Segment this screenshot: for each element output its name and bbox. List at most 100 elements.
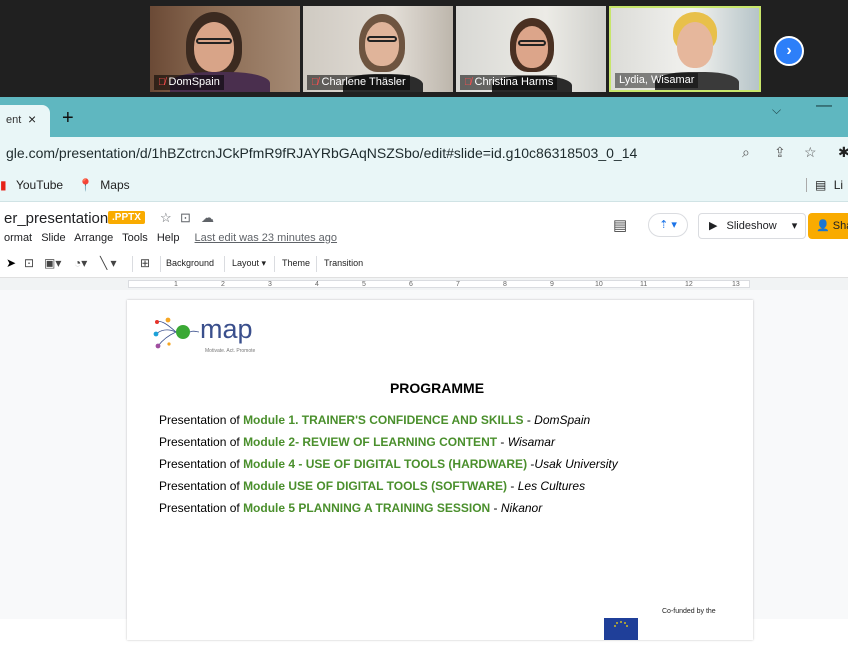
background-button[interactable]: Background [166,258,214,268]
participant-glasses [367,36,397,42]
share-button[interactable]: 👤 Sha [808,213,848,239]
layout-button[interactable]: Layout ▾ [232,258,266,269]
line-separator: - [523,413,535,427]
maps-icon: 📍 [78,178,93,192]
slide-title: PROGRAMME [389,380,485,396]
extensions-icon[interactable]: ✱ [838,144,848,161]
ruler-number: 10 [595,281,603,288]
participant-tile-lydia[interactable]: Lydia, Wisamar [609,6,761,92]
participant-face [516,26,548,68]
participant-name-label: 🎙̸ Charlene Thäsler [307,75,410,90]
menu-slide[interactable]: Slide [41,232,65,244]
ruler-number: 11 [640,281,648,288]
last-edit-link[interactable]: Last edit was 23 minutes ago [195,232,337,244]
toolbar-divider [224,256,225,272]
browser-tab-active[interactable]: ent × [0,105,50,137]
logo-tagline: Motivate. Act. Promote [205,348,256,354]
bookmark-label: Li [833,178,844,192]
participant-name-label: 🎙̸ DomSpain [154,75,224,90]
menu-help[interactable]: Help [157,232,180,244]
bookmark-youtube[interactable]: ▮ YouTube [0,178,63,192]
transition-button[interactable]: Transition [324,258,363,268]
menu-tools[interactable]: Tools [122,232,148,244]
youtube-icon: ▮ [0,178,7,192]
present-arrow-icon: ⇡ ▾ [659,219,677,231]
horizontal-ruler: 1 2 3 4 5 6 7 8 9 10 11 12 13 [0,278,848,290]
menu-arrange[interactable]: Arrange [74,232,113,244]
line-prefix: Presentation of [159,479,244,493]
programme-line: Presentation of Module 4 - USE OF DIGITA… [159,457,618,471]
participant-tile-domspain[interactable]: 🎙̸ DomSpain [150,6,300,92]
star-icon[interactable]: ☆ [160,210,172,226]
file-format-badge: .PPTX [108,211,145,224]
ruler-track[interactable]: 1 2 3 4 5 6 7 8 9 10 11 12 13 [128,280,750,288]
new-tab-button[interactable]: + [62,107,74,130]
participant-name: Christina Harms [474,76,554,88]
ruler-number: 1 [174,281,178,288]
ruler-number: 13 [732,281,740,288]
move-folder-icon[interactable]: ⊡ [180,210,191,226]
module-name: Module 1. TRAINER'S CONFIDENCE AND SKILL… [243,413,524,427]
toolbar-divider [160,256,161,272]
chevron-down-icon[interactable]: ▾ [792,220,798,232]
participant-name-label: 🎙̸ Christina Harms [460,75,558,90]
insert-image-icon[interactable]: ▣▾ [44,256,61,270]
logo-wordmark: map [200,314,253,344]
slide[interactable]: map Motivate. Act. Promote PROGRAMME Pre… [127,300,753,640]
participant-tile-christina[interactable]: 🎙̸ Christina Harms [456,6,606,92]
line-prefix: Presentation of [159,435,244,449]
ruler-number: 7 [456,281,460,288]
select-cursor-icon[interactable]: ➤ [6,256,16,270]
document-title[interactable]: er_presentation [4,210,108,227]
bookmarks-bar: ▮ YouTube 📍 Maps ▤ Li [0,170,848,202]
present-options-button[interactable]: ⇡ ▾ [648,213,688,237]
participant-glasses [518,40,546,46]
comments-icon[interactable]: ▤ [613,216,627,234]
tab-search-chevron-icon[interactable]: ⌵ [772,103,781,118]
programme-line: Presentation of Module 5 PLANNING A TRAI… [159,501,542,515]
theme-button[interactable]: Theme [282,258,310,268]
bookmark-star-icon[interactable]: ☆ [804,144,817,161]
module-name: Module 4 - USE OF DIGITAL TOOLS (HARDWAR… [243,457,528,471]
reading-list-bookmark[interactable]: ▤ Li [806,178,843,192]
line-prefix: Presentation of [159,413,244,427]
participant-face [677,22,713,68]
browser-tab-bar: ent × + ⌵ — [0,97,848,137]
participant-face [365,22,399,66]
minimize-window-button[interactable]: — [816,97,832,115]
programme-line: Presentation of Module USE OF DIGITAL TO… [159,479,585,493]
module-name: Module 2- REVIEW OF LEARNING CONTENT [243,435,498,449]
next-participants-button[interactable]: › [774,36,804,66]
text-box-icon[interactable]: ⊡ [24,256,34,270]
eu-flag-icon [604,618,638,640]
participant-tile-charlene[interactable]: 🎙̸ Charlene Thäsler [303,6,453,92]
slides-header: er_presentation .PPTX ☆ ⊡ ☁ ormat Slide … [0,202,848,250]
ruler-number: 9 [550,281,554,288]
line-separator: - [497,435,508,449]
line-separator: - [507,479,518,493]
bookmark-maps[interactable]: 📍 Maps [78,178,130,192]
zoom-icon[interactable]: ⌕ [742,144,750,161]
slideshow-button[interactable]: ▶ Slideshow ▾ [698,213,806,239]
share-page-icon[interactable]: ⇪ [774,144,786,161]
module-name: Module 5 PLANNING A TRAINING SESSION [243,501,491,515]
menu-format[interactable]: ormat [4,232,32,244]
close-tab-icon[interactable]: × [28,111,36,127]
add-comment-icon[interactable]: ⊞ [140,256,150,270]
shape-icon[interactable]: ◔▾ [74,256,87,270]
ruler-number: 2 [221,281,225,288]
url-input[interactable]: gle.com/presentation/d/1hBZctrcnJCkPfmR9… [6,145,637,161]
share-label: Sha [832,220,848,232]
line-icon[interactable]: ╲ ▾ [100,256,117,270]
ruler-number: 3 [268,281,272,288]
address-bar-row: gle.com/presentation/d/1hBZctrcnJCkPfmR9… [0,137,848,170]
ruler-number: 12 [685,281,693,288]
ruler-number: 8 [503,281,507,288]
reading-list-icon: ▤ [806,178,827,192]
eu-stars-icon [614,621,628,627]
ruler-number: 4 [315,281,319,288]
programme-line: Presentation of Module 2- REVIEW OF LEAR… [159,435,555,449]
partner-name: Nikanor [500,501,543,515]
cloud-status-icon[interactable]: ☁ [201,210,214,226]
play-slideshow-icon: ▶ [709,220,718,232]
